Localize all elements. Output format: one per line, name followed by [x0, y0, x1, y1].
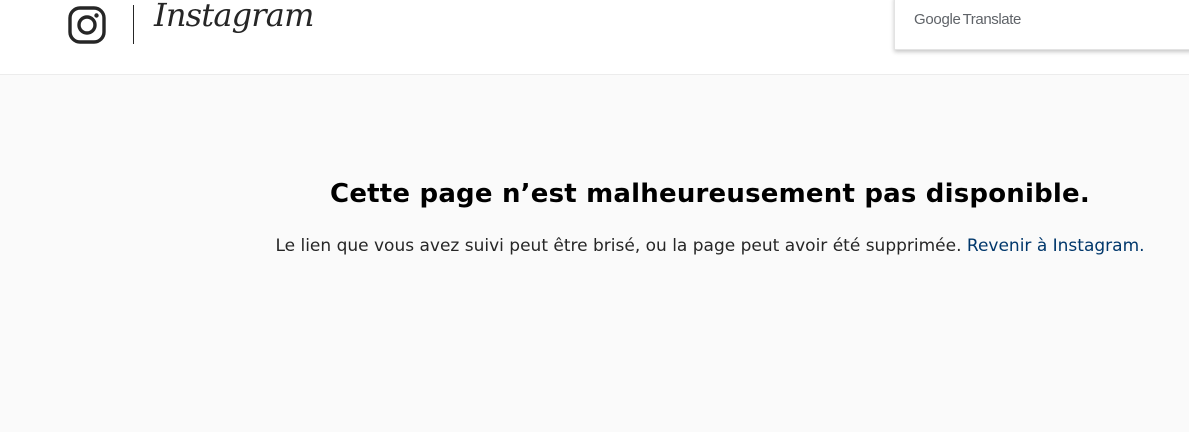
- translate-text: Translate: [962, 11, 1022, 28]
- google-translate-label[interactable]: Google Translate: [914, 11, 1021, 29]
- logo-divider: [133, 5, 134, 44]
- error-message: Le lien que vous avez suivi peut être br…: [230, 232, 1189, 260]
- google-brand-text: Google: [914, 11, 961, 28]
- instagram-camera-icon[interactable]: [67, 5, 107, 45]
- error-message-text: Le lien que vous avez suivi peut être br…: [275, 236, 962, 256]
- instagram-wordmark-logo[interactable]: Instagram: [154, 0, 314, 34]
- error-content: Cette page n’est malheureusement pas dis…: [230, 176, 1189, 260]
- top-navigation-bar: Instagram Google Translate: [0, 0, 1189, 75]
- error-title: Cette page n’est malheureusement pas dis…: [330, 179, 1090, 209]
- google-translate-widget[interactable]: Google Translate: [894, 0, 1189, 50]
- back-to-instagram-link[interactable]: Revenir à Instagram.: [967, 236, 1145, 256]
